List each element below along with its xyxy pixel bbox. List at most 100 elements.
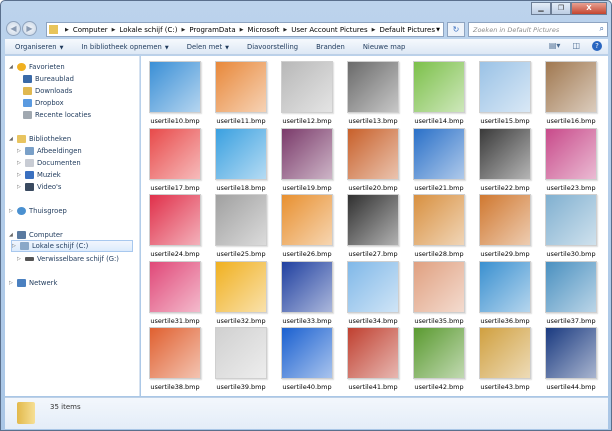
new-folder-button[interactable]: Nieuwe map <box>363 43 405 51</box>
breadcrumb-item[interactable]: Computer <box>73 26 108 34</box>
search-input[interactable]: Zoeken in Default Pictures ⌕ <box>468 22 608 37</box>
nav-desktop[interactable]: Bureaublad <box>23 73 74 84</box>
file-item[interactable]: usertile13.bmp <box>343 61 403 125</box>
breadcrumb-item[interactable]: User Account Pictures <box>291 26 367 34</box>
nav-pictures[interactable]: ▷ Afbeeldingen <box>17 145 82 156</box>
file-item[interactable]: usertile17.bmp <box>145 127 205 192</box>
file-item[interactable]: usertile16.bmp <box>541 61 601 125</box>
pictures-icon <box>25 146 34 155</box>
expand-arrow-icon: ▷ <box>9 207 13 214</box>
file-item[interactable]: usertile30.bmp <box>541 194 601 258</box>
breadcrumb-separator-icon[interactable]: ▶ <box>240 27 244 33</box>
file-item[interactable]: usertile32.bmp <box>211 260 271 325</box>
file-item[interactable]: usertile21.bmp <box>409 127 469 192</box>
folder-icon <box>17 402 35 424</box>
file-item[interactable]: usertile29.bmp <box>475 194 535 258</box>
file-item[interactable]: usertile14.bmp <box>409 61 469 125</box>
file-item[interactable]: usertile26.bmp <box>277 194 337 258</box>
burn-button[interactable]: Branden <box>316 43 345 51</box>
file-item[interactable]: usertile35.bmp <box>409 260 469 325</box>
file-item[interactable]: usertile36.bmp <box>475 260 535 325</box>
nav-libraries[interactable]: ◢ Bibliotheken <box>9 133 71 144</box>
file-item[interactable]: usertile31.bmp <box>145 260 205 325</box>
nav-recent[interactable]: Recente locaties <box>23 109 91 120</box>
help-icon[interactable]: ? <box>592 41 602 51</box>
change-view-icon[interactable]: ▤▾ <box>549 41 561 51</box>
nav-documents[interactable]: ▷ Documenten <box>17 157 81 168</box>
file-item[interactable]: usertile34.bmp <box>343 260 403 325</box>
thumbnail-image <box>215 194 267 246</box>
nav-favorites[interactable]: ◢ Favorieten <box>9 61 65 72</box>
nav-network[interactable]: ▷ Netwerk <box>9 277 57 288</box>
file-item[interactable]: usertile40.bmp <box>277 327 337 391</box>
close-button[interactable]: X <box>571 2 607 15</box>
file-item[interactable]: usertile20.bmp <box>343 127 403 192</box>
breadcrumb-separator-icon[interactable]: ▶ <box>372 27 376 33</box>
explorer-window: ▁ ❐ X ◀ ▶ ▶ Computer ▶ Lokale schijf (C:) ▶ P… <box>0 0 612 431</box>
file-item[interactable]: usertile41.bmp <box>343 327 403 391</box>
nav-videos[interactable]: ▷ Video's <box>17 181 61 192</box>
file-item[interactable]: usertile27.bmp <box>343 194 403 258</box>
nav-downloads[interactable]: Downloads <box>23 85 72 96</box>
breadcrumb-item[interactable]: Lokale schijf (C:) <box>120 26 178 34</box>
file-name: usertile43.bmp <box>480 383 530 391</box>
network-icon <box>17 278 26 287</box>
file-item[interactable]: usertile37.bmp <box>541 260 601 325</box>
nav-homegroup[interactable]: ▷ Thuisgroep <box>9 205 67 216</box>
nav-removable[interactable]: ▷ Verwisselbare schijf (G:) <box>17 253 119 264</box>
share-label: Delen met <box>186 42 223 51</box>
thumbnail-image <box>281 327 333 379</box>
chevron-down-icon: ▼ <box>59 44 64 51</box>
minimize-button[interactable]: ▁ <box>531 2 551 15</box>
drive-icon <box>20 242 29 250</box>
breadcrumb-separator-icon[interactable]: ▶ <box>283 27 287 33</box>
file-item[interactable]: usertile22.bmp <box>475 127 535 192</box>
file-item[interactable]: usertile42.bmp <box>409 327 469 391</box>
file-item[interactable]: usertile11.bmp <box>211 61 271 125</box>
file-item[interactable]: usertile38.bmp <box>145 327 205 391</box>
back-button[interactable]: ◀ <box>6 21 21 36</box>
preview-pane-icon[interactable]: ◫ <box>572 41 580 51</box>
file-item[interactable]: usertile15.bmp <box>475 61 535 125</box>
thumbnail-image <box>347 260 399 313</box>
file-item[interactable]: usertile24.bmp <box>145 194 205 258</box>
breadcrumb-separator-icon[interactable]: ▶ <box>65 27 69 33</box>
file-name: usertile29.bmp <box>480 250 530 258</box>
breadcrumb-item[interactable]: ProgramData <box>189 26 235 34</box>
maximize-button[interactable]: ❐ <box>551 2 571 15</box>
file-item[interactable]: usertile10.bmp <box>145 61 205 125</box>
file-item[interactable]: usertile25.bmp <box>211 194 271 258</box>
include-in-library-button[interactable]: In bibliotheek opnemen ▼ <box>81 43 168 51</box>
breadcrumb-separator-icon[interactable]: ▶ <box>112 27 116 33</box>
thumbnail-image <box>545 61 597 113</box>
chevron-down-icon[interactable]: ▼ <box>436 27 440 33</box>
file-item[interactable]: usertile44.bmp <box>541 327 601 391</box>
expand-arrow-icon: ▷ <box>17 255 21 262</box>
address-bar[interactable]: ▶ Computer ▶ Lokale schijf (C:) ▶ ProgramData… <box>46 22 444 37</box>
nav-music[interactable]: ▷ Muziek <box>17 169 61 180</box>
search-icon[interactable]: ⌕ <box>600 24 604 34</box>
file-item[interactable]: usertile23.bmp <box>541 127 601 192</box>
file-item[interactable]: usertile28.bmp <box>409 194 469 258</box>
thumbnail-image <box>149 61 201 113</box>
nav-dropbox[interactable]: Dropbox <box>23 97 64 108</box>
file-item[interactable]: usertile19.bmp <box>277 127 337 192</box>
breadcrumb-separator-icon[interactable]: ▶ <box>182 27 186 33</box>
nav-local-disk[interactable]: ▷ Lokale schijf (C:) <box>11 240 133 252</box>
file-item[interactable]: usertile12.bmp <box>277 61 337 125</box>
refresh-button[interactable]: ↻ <box>447 22 465 37</box>
file-item[interactable]: usertile43.bmp <box>475 327 535 391</box>
slideshow-button[interactable]: Diavoorstelling <box>247 43 298 51</box>
nav-computer[interactable]: ◢ Computer <box>9 229 63 240</box>
nav-label: Computer <box>29 230 63 239</box>
organize-label: Organiseren <box>15 42 57 51</box>
breadcrumb-item[interactable]: Default Pictures <box>379 26 435 34</box>
file-item[interactable]: usertile39.bmp <box>211 327 271 391</box>
breadcrumb-item[interactable]: Microsoft <box>247 26 279 34</box>
file-name: usertile19.bmp <box>282 183 332 192</box>
file-item[interactable]: usertile33.bmp <box>277 260 337 325</box>
forward-button[interactable]: ▶ <box>22 21 37 36</box>
file-item[interactable]: usertile18.bmp <box>211 127 271 192</box>
organize-button[interactable]: Organiseren ▼ <box>15 43 63 51</box>
share-with-button[interactable]: Delen met ▼ <box>187 43 229 51</box>
